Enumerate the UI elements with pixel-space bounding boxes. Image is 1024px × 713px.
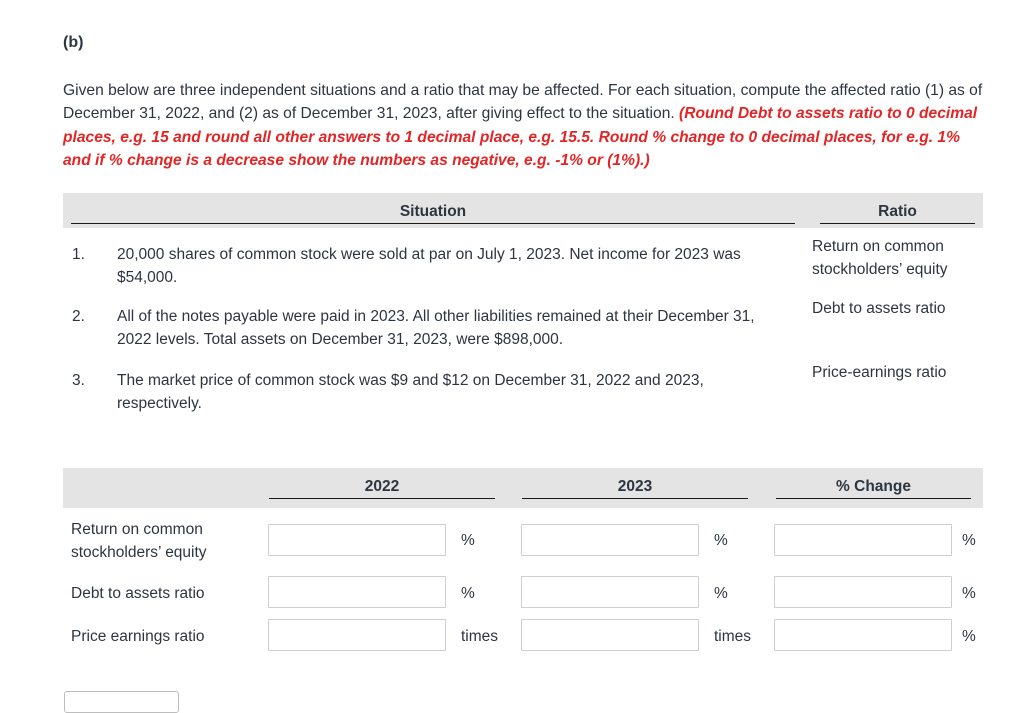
- unit-label: times: [714, 628, 752, 645]
- debt-assets-2022-input[interactable]: [268, 576, 446, 608]
- situation-text: 20,000 shares of common stock were sold …: [117, 246, 741, 286]
- unit-label: %: [714, 585, 728, 602]
- row-label: Price earnings ratio: [71, 628, 205, 645]
- situation-ratio: Price-earnings ratio: [812, 364, 947, 381]
- unit-label: %: [962, 628, 976, 645]
- pe-change-input[interactable]: [774, 619, 952, 651]
- pe-2023-input[interactable]: [521, 619, 699, 651]
- answer-table-header: 2022 2023 % Change: [63, 468, 983, 508]
- situation-text: All of the notes payable were paid in 20…: [117, 308, 755, 348]
- unit-label: %: [714, 532, 728, 549]
- debt-assets-2023-input[interactable]: [521, 576, 699, 608]
- header-percent-change: % Change: [776, 478, 971, 499]
- unit-label: %: [962, 532, 976, 549]
- row-label: Debt to assets ratio: [71, 585, 205, 602]
- roe-2023-input[interactable]: [521, 524, 699, 556]
- part-label: (b): [63, 34, 84, 51]
- header-2023: 2023: [522, 478, 748, 499]
- situation-number: 3.: [72, 372, 85, 389]
- pe-2022-input[interactable]: [268, 619, 446, 651]
- situation-table-header: Situation Ratio: [63, 193, 983, 228]
- situation-number: 2.: [72, 308, 85, 325]
- situation-ratio: Debt to assets ratio: [812, 300, 946, 317]
- row-label: Return on common stockholders’ equity: [71, 521, 207, 561]
- unit-label: %: [461, 532, 475, 549]
- header-ratio: Ratio: [820, 203, 975, 224]
- situation-text: The market price of common stock was $9 …: [117, 372, 704, 412]
- roe-change-input[interactable]: [774, 524, 952, 556]
- header-situation: Situation: [71, 203, 795, 224]
- unit-label: %: [962, 585, 976, 602]
- roe-2022-input[interactable]: [268, 524, 446, 556]
- unit-label: %: [461, 585, 475, 602]
- unit-label: times: [461, 628, 499, 645]
- instructions: Given below are three independent situat…: [63, 79, 988, 173]
- header-2022: 2022: [269, 478, 495, 499]
- situation-ratio: Return on common stockholders’ equity: [812, 238, 948, 278]
- situation-number: 1.: [72, 246, 85, 263]
- debt-assets-change-input[interactable]: [774, 576, 952, 608]
- partially-visible-button[interactable]: [64, 691, 179, 713]
